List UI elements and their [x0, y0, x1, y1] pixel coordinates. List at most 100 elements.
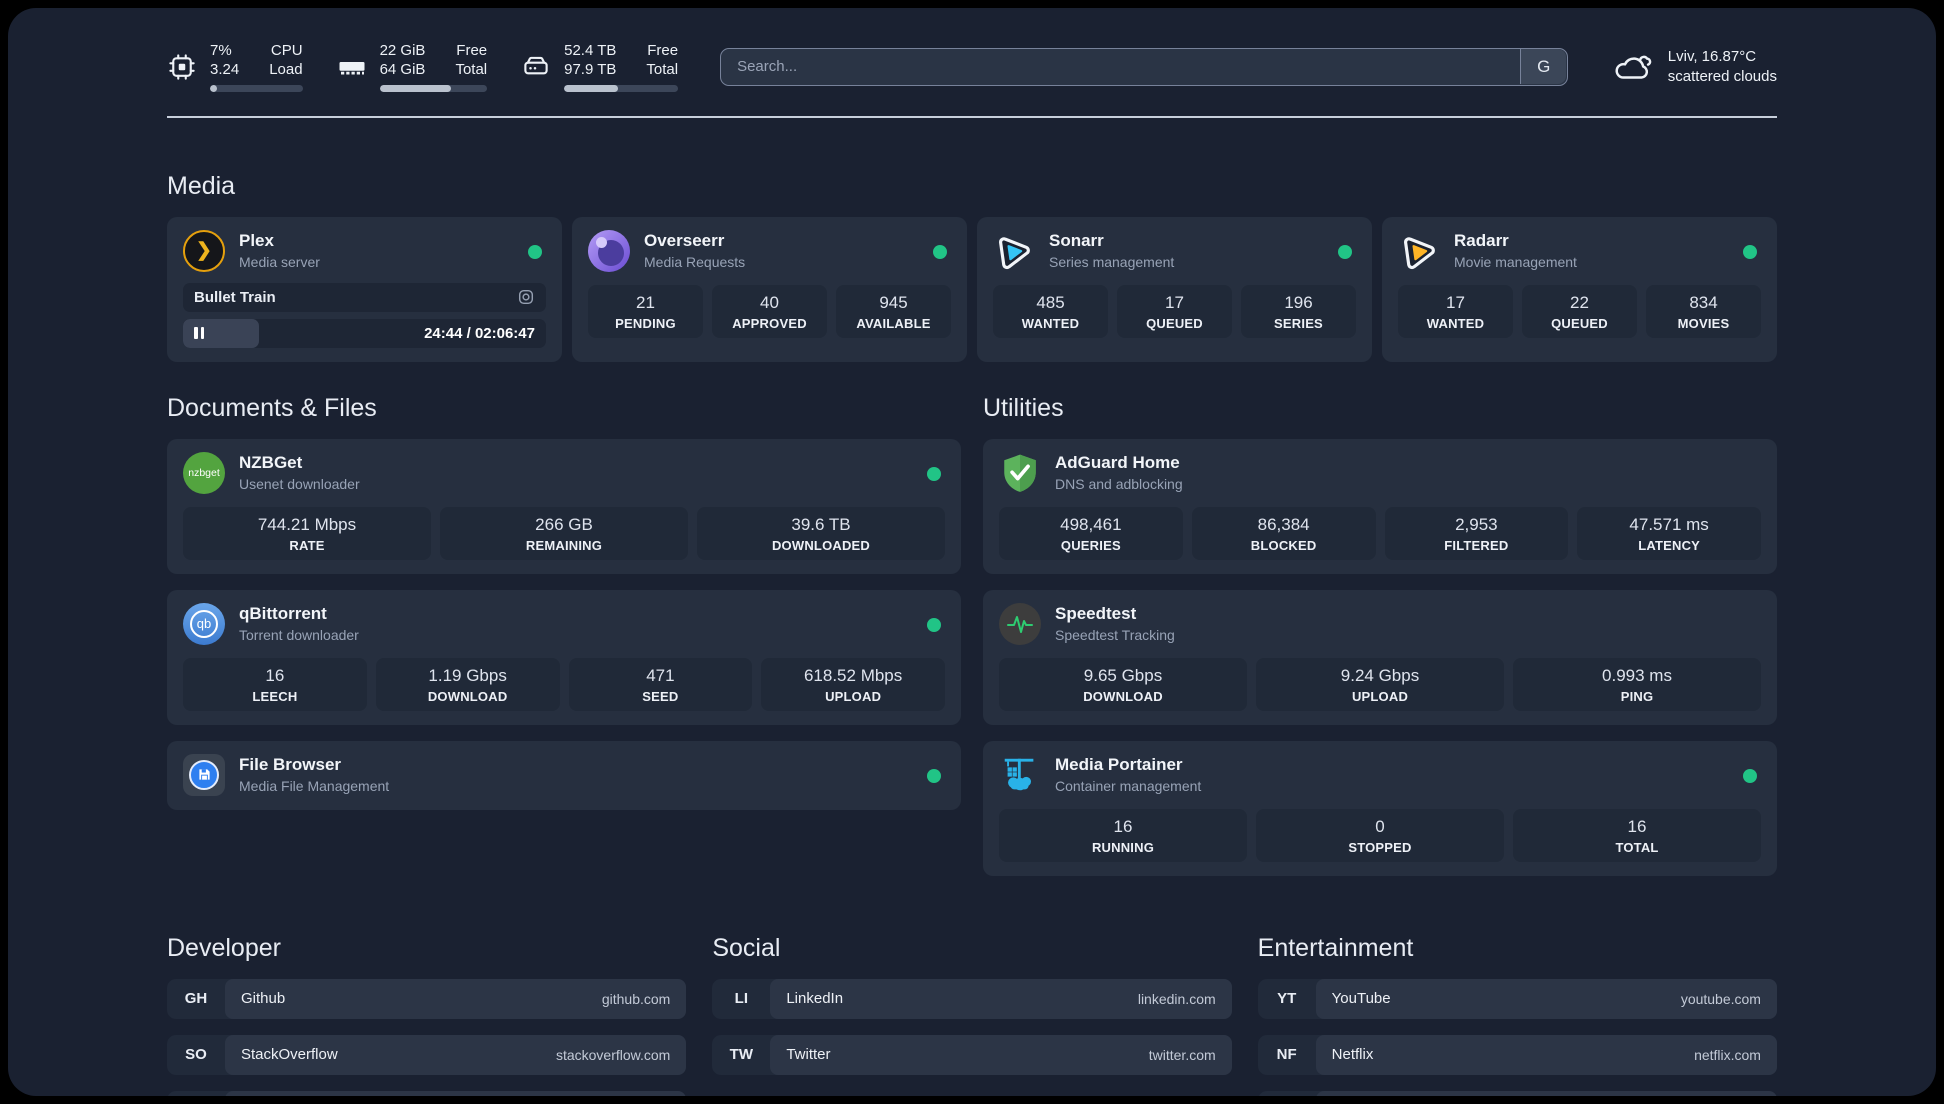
app-desc: Movie management — [1454, 254, 1577, 270]
link-url: netflix.com — [1694, 1046, 1761, 1063]
section-title-utilities: Utilities — [983, 393, 1064, 422]
cpu-usage-value: 7% — [210, 42, 232, 59]
section-title-documents: Documents & Files — [167, 393, 377, 422]
stat-download: 1.19 Gbps DOWNLOAD — [375, 657, 560, 711]
link-linkedin[interactable]: LI LinkedIn linkedin.com — [712, 978, 1232, 1019]
link-name: LinkedIn — [786, 990, 844, 1007]
search-bar: G — [720, 47, 1568, 86]
cpu-icon — [167, 52, 197, 82]
stat-total: 16 TOTAL — [1513, 808, 1761, 862]
app-card-sonarr[interactable]: Sonarr Series management 485 WANTED 17 Q… — [977, 216, 1372, 362]
app-desc: Media server — [239, 254, 320, 270]
stat-filtered: 2,953 FILTERED — [1384, 506, 1569, 560]
link-reddit[interactable]: RE Reddit reddit.com — [1257, 1090, 1777, 1096]
stat-queries: 498,461 QUERIES — [999, 506, 1183, 560]
app-card-radarr[interactable]: Radarr Movie management 17 WANTED 22 QUE… — [1382, 216, 1777, 362]
status-dot — [1743, 244, 1757, 259]
stat-movies: 834 MOVIES — [1646, 284, 1761, 338]
playback-progress-fill — [183, 318, 260, 348]
app-desc: Media File Management — [239, 778, 390, 794]
cpu-progress-bar — [210, 84, 303, 92]
app-desc: DNS and adblocking — [1055, 476, 1183, 492]
plex-icon: ❯ — [183, 229, 225, 272]
disk-icon — [521, 52, 551, 82]
stat-rate: 744.21 Mbps RATE — [183, 506, 431, 560]
status-dot — [927, 768, 941, 783]
adguard-icon — [999, 452, 1041, 494]
link-stackoverflow[interactable]: SO StackOverflow stackoverflow.com — [167, 1034, 687, 1075]
section-title-entertainment: Entertainment — [1257, 933, 1414, 962]
app-card-filebrowser[interactable]: File Browser Media File Management — [167, 740, 961, 810]
app-card-nzbget[interactable]: nzbget NZBGet Usenet downloader 744.21 M… — [167, 438, 961, 574]
weather-location-temp: Lviv, 16.87°C — [1667, 47, 1757, 65]
stat-series: 196 SERIES — [1241, 284, 1356, 338]
app-name: Radarr — [1454, 231, 1509, 250]
stat-downloaded: 39.6 TB DOWNLOADED — [697, 506, 945, 560]
ram-icon — [337, 52, 367, 82]
ram-free-value: 22 GiB — [379, 42, 426, 59]
app-desc: Torrent downloader — [239, 627, 359, 643]
app-card-plex[interactable]: ❯ Plex Media server Bullet Train 24:44 /… — [167, 216, 562, 362]
now-playing-row: Bullet Train — [183, 282, 546, 312]
weather-condition: scattered clouds — [1667, 67, 1777, 85]
stat-latency: 47.571 ms LATENCY — [1577, 506, 1761, 560]
link-netflix[interactable]: NF Netflix netflix.com — [1257, 1034, 1777, 1075]
search-engine-button[interactable]: G — [1520, 49, 1567, 85]
link-dev[interactable]: DT DEV dev.to — [167, 1090, 687, 1096]
link-url: youtube.com — [1680, 990, 1761, 1007]
app-desc: Usenet downloader — [239, 476, 360, 492]
link-url: stackoverflow.com — [555, 1046, 671, 1063]
disk-total-value: 97.9 TB — [564, 60, 617, 78]
app-name: AdGuard Home — [1055, 453, 1180, 472]
filebrowser-icon — [183, 753, 225, 796]
app-card-qbittorrent[interactable]: qb qBittorrent Torrent downloader 16 LEE… — [167, 589, 961, 725]
stat-queued: 22 QUEUED — [1522, 284, 1637, 338]
stat-running: 16 RUNNING — [999, 808, 1247, 862]
cpu-usage-label: CPU — [270, 42, 303, 59]
cpu-load-value: 3.24 — [210, 60, 240, 78]
overseerr-icon — [588, 229, 630, 272]
status-dot — [1338, 244, 1352, 259]
disk-progress-bar — [564, 84, 679, 92]
link-name: Twitter — [786, 1046, 831, 1063]
search-input[interactable] — [720, 47, 1568, 86]
link-abbr: YT — [1277, 990, 1297, 1007]
link-url: linkedin.com — [1137, 990, 1216, 1007]
stat-stopped: 0 STOPPED — [1256, 808, 1504, 862]
link-twitter[interactable]: TW Twitter twitter.com — [712, 1034, 1232, 1075]
link-abbr: SO — [185, 1046, 207, 1063]
disk-free-value: 52.4 TB — [564, 42, 617, 59]
link-name: Netflix — [1331, 1046, 1374, 1063]
disk-metric: 52.4 TB 97.9 TB Free Total — [521, 42, 679, 92]
cpu-load-label: Load — [269, 60, 303, 78]
app-name: NZBGet — [239, 453, 303, 472]
speedtest-icon — [999, 602, 1041, 645]
app-card-speedtest[interactable]: Speedtest Speedtest Tracking 9.65 Gbps D… — [983, 589, 1777, 725]
stat-pending: 21 PENDING — [588, 284, 703, 338]
app-card-adguard[interactable]: AdGuard Home DNS and adblocking 498,461 … — [983, 438, 1777, 574]
app-name: Sonarr — [1049, 231, 1104, 250]
dashboard: 7% 3.24 CPU Load 22 GiB 64 GiB Free Tota… — [8, 8, 1936, 1096]
header-divider — [167, 115, 1777, 118]
link-github[interactable]: GH Github github.com — [167, 978, 687, 1019]
link-youtube[interactable]: YT YouTube youtube.com — [1257, 978, 1777, 1019]
app-card-overseerr[interactable]: Overseerr Media Requests 21 PENDING 40 A… — [572, 216, 967, 362]
playback-progress-bar: 24:44 / 02:06:47 — [183, 318, 546, 348]
stat-leech: 16 LEECH — [183, 657, 367, 711]
section-title-developer: Developer — [167, 933, 281, 962]
stat-remaining: 266 GB REMAINING — [440, 506, 688, 560]
link-abbr: TW — [729, 1046, 753, 1063]
app-desc: Media Requests — [644, 254, 746, 270]
ram-total-value: 64 GiB — [379, 60, 426, 78]
link-name: Github — [241, 990, 286, 1007]
status-dot — [927, 466, 941, 481]
app-name: Overseerr — [644, 231, 725, 250]
stat-seed: 471 SEED — [568, 657, 753, 711]
ram-total-label: Total — [455, 60, 488, 78]
status-dot — [1743, 768, 1757, 783]
ram-progress-bar — [379, 84, 488, 92]
app-card-portainer[interactable]: Media Portainer Container management 16 … — [983, 740, 1777, 876]
radarr-icon — [1398, 230, 1440, 272]
stat-wanted: 17 WANTED — [1398, 284, 1513, 338]
sonarr-icon — [993, 230, 1035, 272]
